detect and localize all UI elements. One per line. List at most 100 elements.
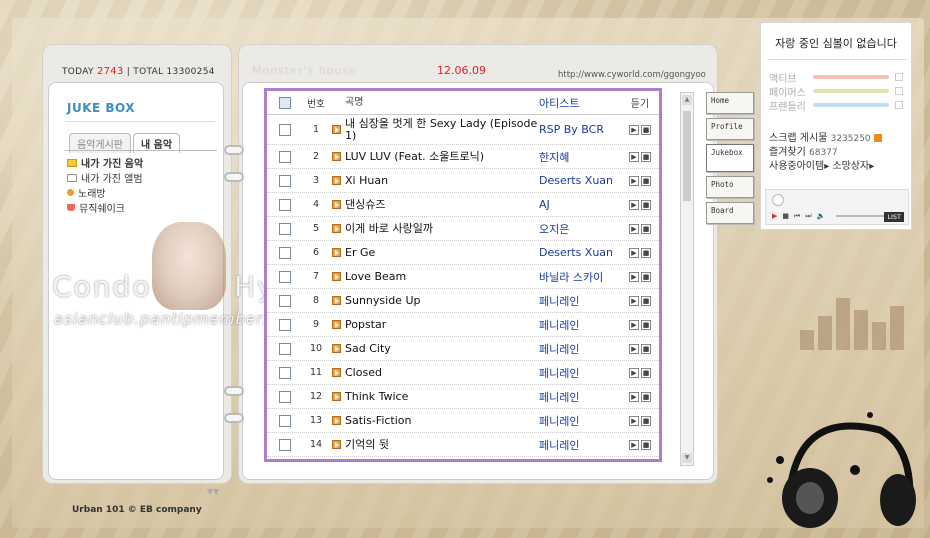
row-select[interactable] — [267, 390, 303, 403]
select-all[interactable] — [267, 96, 303, 109]
song-title[interactable]: 기억의 뒷 — [343, 438, 539, 451]
song-row[interactable]: 13 Satis-Fiction 페니레인 ▶ ■ — [267, 409, 659, 433]
scroll-up-icon[interactable]: ▲ — [682, 95, 692, 105]
play-song[interactable] — [329, 392, 343, 401]
toggle-box[interactable] — [895, 101, 903, 109]
listen-icon[interactable]: ▶ — [629, 415, 639, 426]
scrollbar[interactable]: ▲ ▼ — [680, 92, 694, 466]
stop-icon[interactable]: ■ — [641, 199, 651, 210]
song-title[interactable]: 이게 바로 사랑일까 — [343, 222, 539, 235]
play-icon[interactable] — [331, 320, 341, 329]
listen-icon[interactable]: ▶ — [629, 295, 639, 306]
side-tab-jukebox[interactable]: Jukebox — [706, 144, 754, 172]
checkbox[interactable] — [279, 246, 291, 259]
stop-icon[interactable]: ■ — [641, 439, 651, 450]
play-song[interactable] — [329, 320, 343, 329]
song-title[interactable]: Sad City — [343, 342, 539, 355]
song-row[interactable]: 2 LUV LUV (Feat. 소울트로닉) 한지혜 ▶ ■ — [267, 145, 659, 169]
song-row[interactable]: 7 Love Beam 바닐라 스카이 ▶ ■ — [267, 265, 659, 289]
listen-icon[interactable]: ▶ — [629, 175, 639, 186]
checkbox[interactable] — [279, 222, 291, 235]
scroll-thumb[interactable] — [683, 111, 691, 201]
stop-icon[interactable]: ■ — [782, 212, 789, 221]
song-artist[interactable]: 페니레인 — [539, 389, 621, 405]
scrap-count[interactable]: 스크랩 게시물 3235250 — [769, 129, 882, 144]
stop-icon[interactable]: ■ — [641, 223, 651, 234]
row-select[interactable] — [267, 342, 303, 355]
song-title[interactable]: Satis-Fiction — [343, 414, 539, 427]
listen-icon[interactable]: ▶ — [629, 151, 639, 162]
play-icon[interactable] — [331, 224, 341, 233]
next-icon[interactable]: ⏭ — [805, 212, 811, 221]
song-row[interactable]: 15Knock Out페니레인▶■ — [267, 457, 659, 463]
menu-item-music-shake[interactable]: 뮤직쉐이크 — [67, 200, 143, 215]
song-row[interactable]: 10 Sad City 페니레인 ▶ ■ — [267, 337, 659, 361]
stop-icon[interactable]: ■ — [641, 295, 651, 306]
song-title[interactable]: Xi Huan — [343, 174, 539, 187]
song-artist[interactable]: 바닐라 스카이 — [539, 269, 621, 285]
row-select[interactable] — [267, 150, 303, 163]
listen-icon[interactable]: ▶ — [629, 223, 639, 234]
play-song[interactable] — [329, 248, 343, 257]
row-select[interactable] — [267, 246, 303, 259]
play-song[interactable] — [329, 296, 343, 305]
checkbox[interactable] — [279, 414, 291, 427]
stop-icon[interactable]: ■ — [641, 391, 651, 402]
menu-item-my-songs[interactable]: 내가 가진 음악 — [67, 155, 143, 170]
play-icon[interactable] — [331, 248, 341, 257]
checkbox[interactable] — [279, 150, 291, 163]
listen-icon[interactable]: ▶ — [629, 343, 639, 354]
song-artist[interactable]: 페니레인 — [539, 437, 621, 453]
song-title[interactable]: Sunnyside Up — [343, 294, 539, 307]
song-artist[interactable]: 페니레인 — [539, 461, 621, 463]
items-link[interactable]: 사용중아이템 — [769, 161, 824, 172]
listen-icon[interactable]: ▶ — [629, 367, 639, 378]
song-row[interactable]: 11 Closed 페니레인 ▶ ■ — [267, 361, 659, 385]
row-select[interactable] — [267, 270, 303, 283]
checkbox[interactable] — [279, 270, 291, 283]
side-tab-photo[interactable]: Photo — [706, 176, 754, 198]
side-tab-home[interactable]: Home — [706, 92, 754, 114]
song-title[interactable]: Popstar — [343, 318, 539, 331]
play-icon[interactable] — [331, 440, 341, 449]
song-title[interactable]: LUV LUV (Feat. 소울트로닉) — [343, 150, 539, 163]
play-icon[interactable] — [331, 152, 341, 161]
checkbox[interactable] — [279, 390, 291, 403]
play-icon[interactable] — [331, 296, 341, 305]
shop-link[interactable]: 소망상자 — [832, 161, 869, 172]
play-song[interactable] — [329, 344, 343, 353]
song-artist[interactable]: Deserts Xuan — [539, 174, 621, 187]
toggle-box[interactable] — [895, 73, 903, 81]
stop-icon[interactable]: ■ — [641, 367, 651, 378]
stop-icon[interactable]: ■ — [641, 124, 651, 135]
play-icon[interactable] — [331, 272, 341, 281]
song-title[interactable]: Think Twice — [343, 390, 539, 403]
stop-icon[interactable]: ■ — [641, 415, 651, 426]
play-icon[interactable] — [331, 368, 341, 377]
song-artist[interactable]: 페니레인 — [539, 413, 621, 429]
stop-icon[interactable]: ■ — [641, 271, 651, 282]
listen-icon[interactable]: ▶ — [629, 391, 639, 402]
play-song[interactable] — [329, 272, 343, 281]
play-song[interactable] — [329, 368, 343, 377]
song-title[interactable]: 댄싱슈즈 — [343, 198, 539, 211]
checkbox[interactable] — [279, 174, 291, 187]
row-select[interactable] — [267, 414, 303, 427]
row-select[interactable] — [267, 174, 303, 187]
menu-item-karaoke[interactable]: 노래방 — [67, 185, 143, 200]
row-select[interactable] — [267, 294, 303, 307]
listen-icon[interactable]: ▶ — [629, 247, 639, 258]
play-icon[interactable] — [331, 416, 341, 425]
checkbox[interactable] — [279, 366, 291, 379]
checkbox-select-all[interactable] — [279, 96, 291, 109]
listen-icon[interactable]: ▶ — [629, 439, 639, 450]
checkbox[interactable] — [279, 438, 291, 451]
stop-icon[interactable]: ■ — [641, 319, 651, 330]
stop-icon[interactable]: ■ — [641, 343, 651, 354]
song-title[interactable]: Er Ge — [343, 246, 539, 259]
playlist-button[interactable]: LIST — [884, 212, 904, 222]
song-artist[interactable]: RSP By BCR — [539, 123, 621, 136]
row-select[interactable] — [267, 198, 303, 211]
checkbox[interactable] — [279, 294, 291, 307]
song-title[interactable]: 내 심장을 멋게 한 Sexy Lady (Episode 1) — [343, 117, 539, 142]
